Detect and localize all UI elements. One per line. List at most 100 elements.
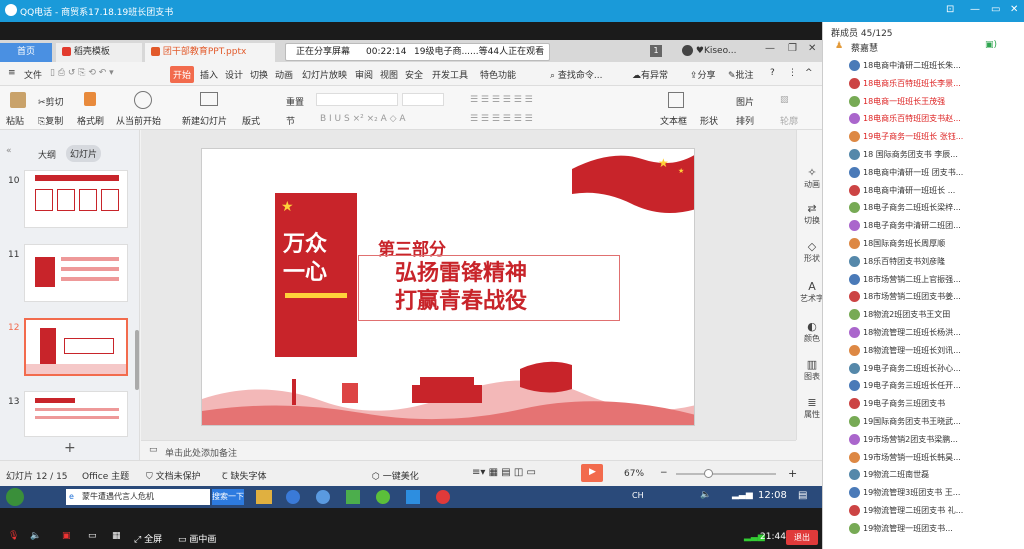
slide-canvas[interactable]: ★ ★ ★ 万众 一心 第三部分 弘扬雷锋精神 打赢青春战役	[201, 148, 695, 426]
tab-start[interactable]: 开始	[170, 66, 195, 83]
tab-transition[interactable]: 切换	[250, 68, 268, 81]
member-item[interactable]: 18电商乐百特班班长李景...	[863, 76, 1019, 92]
folder-icon[interactable]	[256, 490, 272, 504]
paragraph-buttons[interactable]: ☰ ☰ ☰ ☰ ☰ ☰	[470, 95, 533, 105]
font-name-select[interactable]	[316, 93, 398, 106]
new-slide-icon[interactable]	[200, 92, 218, 106]
input-language[interactable]: CH	[632, 491, 644, 500]
cut-button[interactable]: ✂剪切	[38, 95, 64, 108]
document-protection[interactable]: ⛉ 文档未保护	[146, 469, 201, 482]
wps-minimize-icon[interactable]: —	[765, 43, 775, 54]
tab-slideshow[interactable]: 幻灯片放映	[302, 68, 347, 81]
shape-button[interactable]: 形状	[700, 114, 718, 127]
font-size-select[interactable]	[402, 93, 444, 106]
media-icon[interactable]	[346, 490, 360, 504]
tab-security[interactable]: 安全	[405, 68, 423, 81]
slide-thumbnail-10[interactable]	[24, 170, 128, 228]
tab-review[interactable]: 审阅	[355, 68, 373, 81]
zoom-slider[interactable]	[676, 473, 776, 475]
file-menu[interactable]: 文件	[24, 68, 42, 81]
collapse-ribbon-icon[interactable]: ^	[805, 68, 813, 78]
fullscreen-button[interactable]: ⤢ 全屏	[134, 532, 162, 545]
notes-bar[interactable]: ▭ 单击此处添加备注	[141, 440, 796, 460]
screen-share-icon[interactable]: ▭	[88, 531, 97, 541]
tab-design[interactable]: 设计	[225, 68, 243, 81]
member-item[interactable]: 18物流管理二班班长杨洪...	[863, 325, 1019, 341]
close-icon[interactable]: ✕	[1010, 4, 1018, 15]
zoom-slider-handle[interactable]	[704, 469, 713, 478]
textbox-icon[interactable]	[668, 92, 684, 108]
member-item[interactable]: 18电商中清研二班班长朱...	[863, 58, 1019, 74]
speaker-icon[interactable]: 🔈	[30, 531, 41, 541]
member-item[interactable]: 19电子商务二班班长孙心...	[863, 361, 1019, 377]
layout-button[interactable]: 版式	[242, 114, 260, 127]
thumbnail-scrollbar[interactable]	[135, 330, 139, 390]
problem-button[interactable]: ☁有异常	[632, 68, 668, 81]
member-item[interactable]: 18电商中清研一班班长 ...	[863, 183, 1019, 199]
member-item[interactable]: 18物流管理一班班长刘讯...	[863, 343, 1019, 359]
member-item[interactable]: 19电子商务一班班长 张钰...	[863, 129, 1019, 145]
section-button[interactable]: 节	[286, 114, 295, 127]
zoom-out-icon[interactable]: −	[660, 468, 668, 478]
start-button-icon[interactable]	[6, 488, 24, 506]
user-account[interactable]: ♥Kiseo...	[682, 45, 737, 56]
member-item[interactable]: 18市场营销二班团支书姜...	[863, 289, 1019, 305]
member-item[interactable]: 18电商乐百特班团支书赵...	[863, 111, 1019, 127]
from-current-button[interactable]: 从当前开始	[116, 114, 161, 127]
wps-restore-icon[interactable]: ❐	[788, 43, 797, 54]
maximize-icon[interactable]: ▭	[991, 4, 1000, 15]
member-item[interactable]: 19电子商务三班班长任开...	[863, 378, 1019, 394]
wps-taskbar-icon[interactable]	[436, 490, 450, 504]
app-icon[interactable]	[286, 490, 300, 504]
tab-developer[interactable]: 开发工具	[432, 68, 468, 81]
browser-icon[interactable]	[316, 490, 330, 504]
share-button[interactable]: ⇪分享	[690, 68, 716, 81]
volume-icon[interactable]: 🔈	[700, 490, 711, 500]
slide-thumbnail-12[interactable]	[24, 318, 128, 376]
collapse-panel-icon[interactable]: «	[6, 146, 12, 156]
slide-thumbnail-11[interactable]	[24, 244, 128, 302]
member-item[interactable]: 18电子商务中清研二班团...	[863, 218, 1019, 234]
mic-muted-icon[interactable]: 🎙	[8, 531, 19, 541]
taskbar-search-input[interactable]: e 蒙牛遭遇代言人危机	[66, 489, 210, 505]
beautify-button[interactable]: ⬡ 一键美化	[372, 469, 419, 482]
member-item[interactable]: 19物流二班南世磊	[863, 467, 1019, 483]
zoom-in-icon[interactable]: +	[788, 467, 797, 480]
member-item[interactable]: 18电商中清研一班 团支书...	[863, 165, 1019, 181]
copy-button[interactable]: ⎘复制	[38, 114, 63, 127]
member-item[interactable]: 19物流管理3班团支书 王...	[863, 485, 1019, 501]
member-item[interactable]: 19市场营销2团支书梁鹏...	[863, 432, 1019, 448]
qq-taskbar-icon[interactable]	[406, 490, 420, 504]
comment-button[interactable]: ✎批注	[728, 68, 754, 81]
tab-features[interactable]: 特色功能	[480, 68, 516, 81]
taskbar-search-button[interactable]: 搜索一下	[212, 489, 244, 505]
member-item[interactable]: 19市场营销一班班长韩昊...	[863, 450, 1019, 466]
outline-button[interactable]: 轮廓	[780, 114, 798, 127]
member-item[interactable]: 18市场营销二班上官振强...	[863, 272, 1019, 288]
member-item[interactable]: 18物流2班团支书王文田	[863, 307, 1019, 323]
format-painter-button[interactable]: 格式刷	[77, 114, 104, 127]
add-slide-button[interactable]: +	[64, 440, 76, 456]
tab-template[interactable]: 稻壳模板	[56, 43, 142, 62]
member-item[interactable]: 19物流管理一班团支书...	[863, 521, 1019, 537]
member-item[interactable]: 19国际商务团支书王晓武...	[863, 414, 1019, 430]
search-command[interactable]: ⌕ 查找命令...	[550, 68, 603, 81]
view-mode-buttons[interactable]: ≡▾ ▦ ▤ ◫ ▭	[472, 467, 536, 478]
slide-thumbnail-13[interactable]	[24, 391, 128, 437]
help-icon[interactable]: ?	[770, 68, 775, 78]
quick-access-icons[interactable]: ▯ ⎙ ↺ ⎘ ⟲ ↶ ▾	[50, 68, 114, 78]
member-item[interactable]: 18 国际商务团支书 李辰...	[863, 147, 1019, 163]
pin-icon[interactable]: ⊡	[946, 4, 954, 15]
tab-home[interactable]: 首页	[0, 43, 52, 62]
minimize-icon[interactable]: —	[970, 4, 980, 15]
format-painter-icon[interactable]	[84, 92, 96, 106]
play-icon[interactable]	[134, 91, 152, 109]
member-item[interactable]: 18国际商务班长周厚顺	[863, 236, 1019, 252]
hamburger-icon[interactable]: ≡	[8, 68, 16, 78]
fill-button[interactable]: ▨	[780, 95, 789, 105]
font-format-buttons[interactable]: B I U S ×² ×₂ A ◇ A	[320, 114, 406, 124]
member-item[interactable]: 19电子商务三班团支书	[863, 396, 1019, 412]
whiteboard-icon[interactable]: ▦	[112, 531, 121, 541]
member-item[interactable]: 18电商一班班长王茂强	[863, 94, 1019, 110]
notification-icon[interactable]: ▤	[798, 490, 807, 501]
